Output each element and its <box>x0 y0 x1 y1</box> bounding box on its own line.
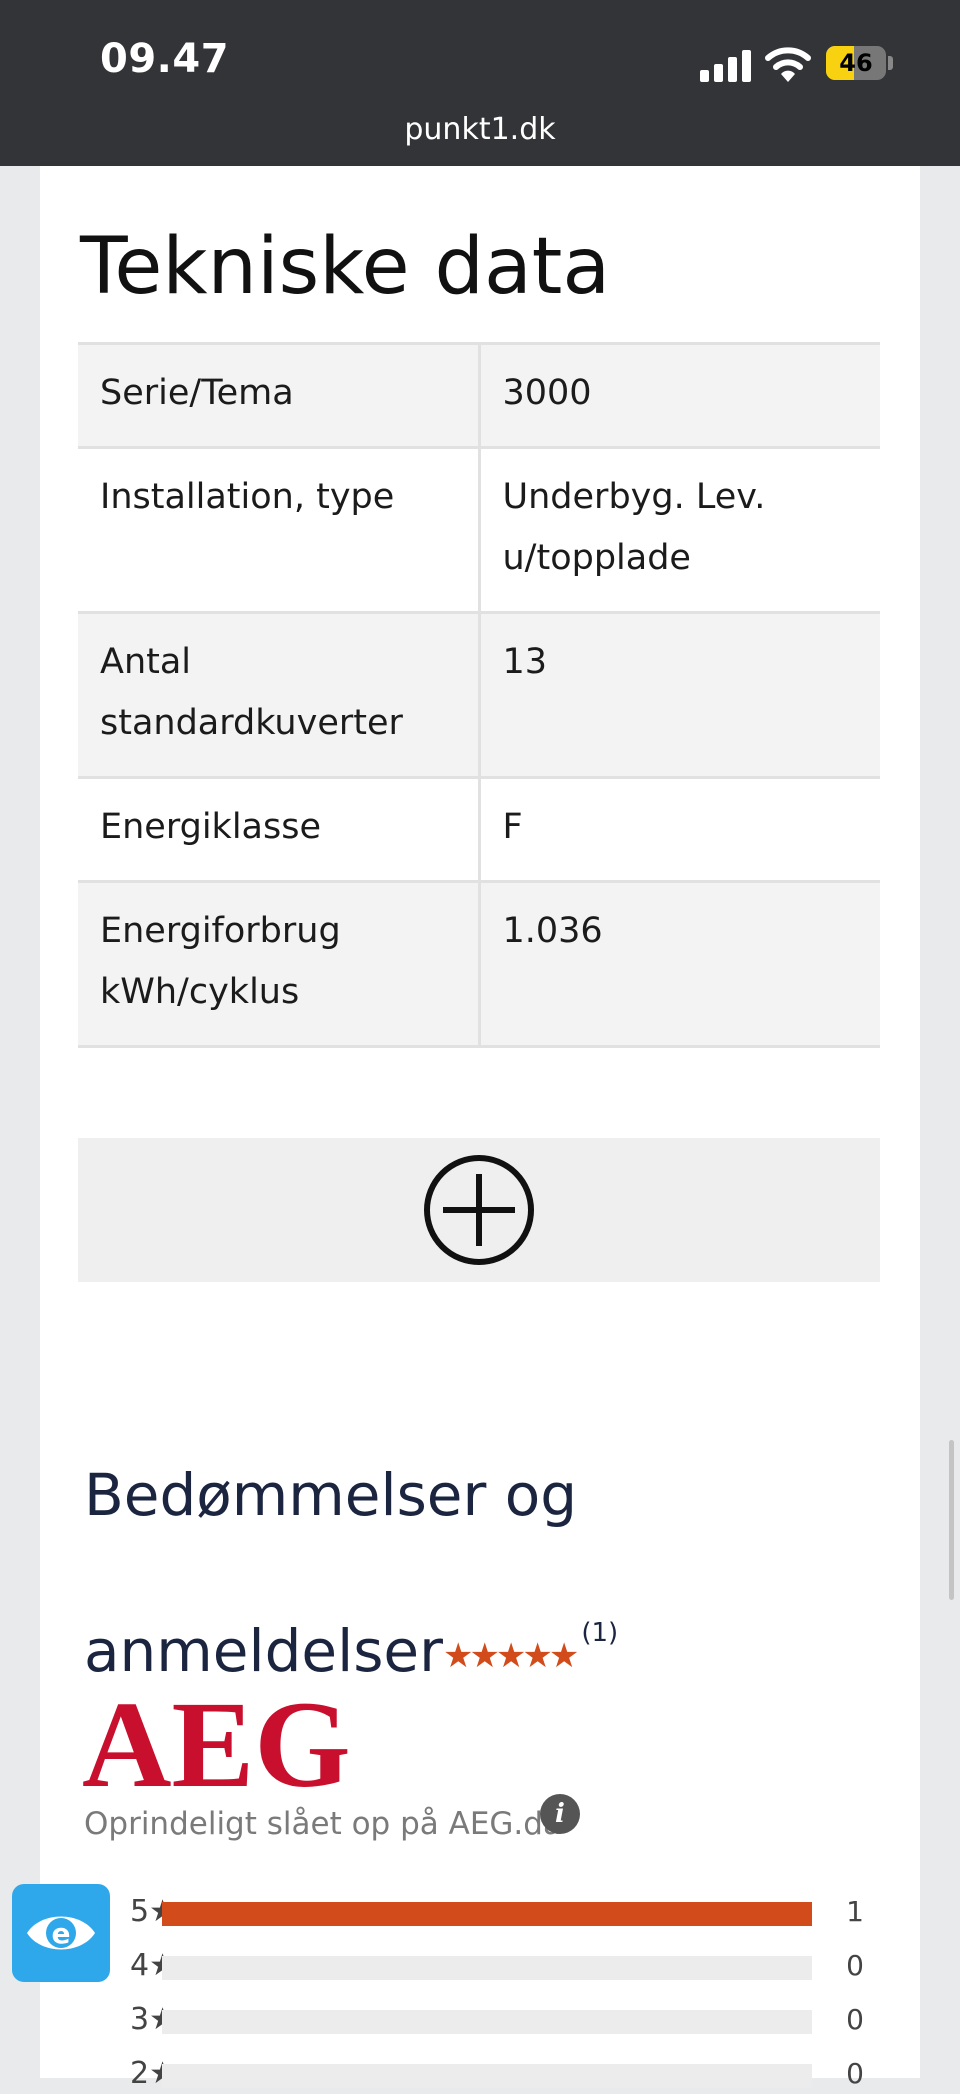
aeg-logo: AEG <box>82 1686 351 1796</box>
rating-row[interactable]: 4★ 0 <box>40 1946 920 1986</box>
rating-bar-track <box>162 1956 812 1980</box>
tech-data-title: Tekniske data <box>80 222 611 312</box>
spec-value: 13 <box>477 611 880 779</box>
wifi-icon <box>765 47 811 82</box>
spec-label: Energiklasse <box>78 776 481 883</box>
rating-row[interactable]: 3★ 0 <box>40 2000 920 2040</box>
content-card: Tekniske data Serie/Tema 3000 Installation… <box>40 166 920 2091</box>
rating-count: 0 <box>846 2003 864 2036</box>
battery-level: 46 <box>839 49 873 77</box>
plus-circle-icon <box>424 1155 534 1265</box>
rating-count: 1 <box>846 1895 864 1928</box>
rating-row[interactable]: 5★ 1 <box>40 1892 920 1932</box>
reviews-title: Bedømmelser og anmeldelser★★★★★(1) <box>84 1426 864 1725</box>
battery-cap <box>888 56 893 70</box>
rating-count: 0 <box>846 2057 864 2090</box>
origin-note: Oprindeligt slået op på AEG.da <box>84 1806 562 1842</box>
spec-value: 1.036 <box>477 880 880 1048</box>
aeg-logo-text: AEG <box>82 1686 351 1796</box>
signal-icon <box>700 48 752 82</box>
svg-text:e: e <box>52 1917 71 1950</box>
info-icon[interactable]: i <box>540 1794 580 1834</box>
spec-row: Serie/Tema 3000 <box>78 342 880 449</box>
spec-label: Energiforbrug kWh/cyklus <box>78 880 481 1048</box>
rating-bar-track <box>162 1902 812 1926</box>
rating-row[interactable]: 2★ 0 <box>40 2054 920 2094</box>
spec-row: Energiforbrug kWh/cyklus 1.036 <box>78 880 880 1048</box>
rating-count: 0 <box>846 1949 864 1982</box>
spec-row: Energiklasse F <box>78 776 880 883</box>
rating-bar-track <box>162 2010 812 2034</box>
tech-data-table: Serie/Tema 3000 Installation, type Underbyg… <box>78 342 880 1048</box>
spec-row: Antal standardkuverter 13 <box>78 611 880 779</box>
rating-bar-fill <box>162 1902 812 1926</box>
spec-value: 3000 <box>477 342 880 449</box>
spec-value: Underbyg. Lev. u/topplade <box>477 446 880 614</box>
accessibility-button[interactable]: e <box>12 1884 110 1982</box>
status-bar: 09.47 46 punkt1.dk <box>0 0 960 166</box>
rating-bar-track <box>162 2064 812 2088</box>
eye-icon: e <box>27 1916 95 1950</box>
address-bar-url[interactable]: punkt1.dk <box>0 112 960 147</box>
scrollbar[interactable] <box>949 1440 954 1600</box>
rating-stars[interactable]: ★★★★★ <box>443 1636 579 1676</box>
spec-label: Serie/Tema <box>78 342 481 449</box>
spec-value: F <box>477 776 880 883</box>
spec-label: Antal standardkuverter <box>78 611 481 779</box>
expand-tech-data-button[interactable] <box>78 1138 880 1282</box>
spec-label: Installation, type <box>78 446 481 614</box>
battery-icon: 46 <box>826 46 886 80</box>
spec-row: Installation, type Underbyg. Lev. u/toppl… <box>78 446 880 614</box>
status-time: 09.47 <box>100 36 230 82</box>
review-count[interactable]: (1) <box>581 1618 618 1648</box>
